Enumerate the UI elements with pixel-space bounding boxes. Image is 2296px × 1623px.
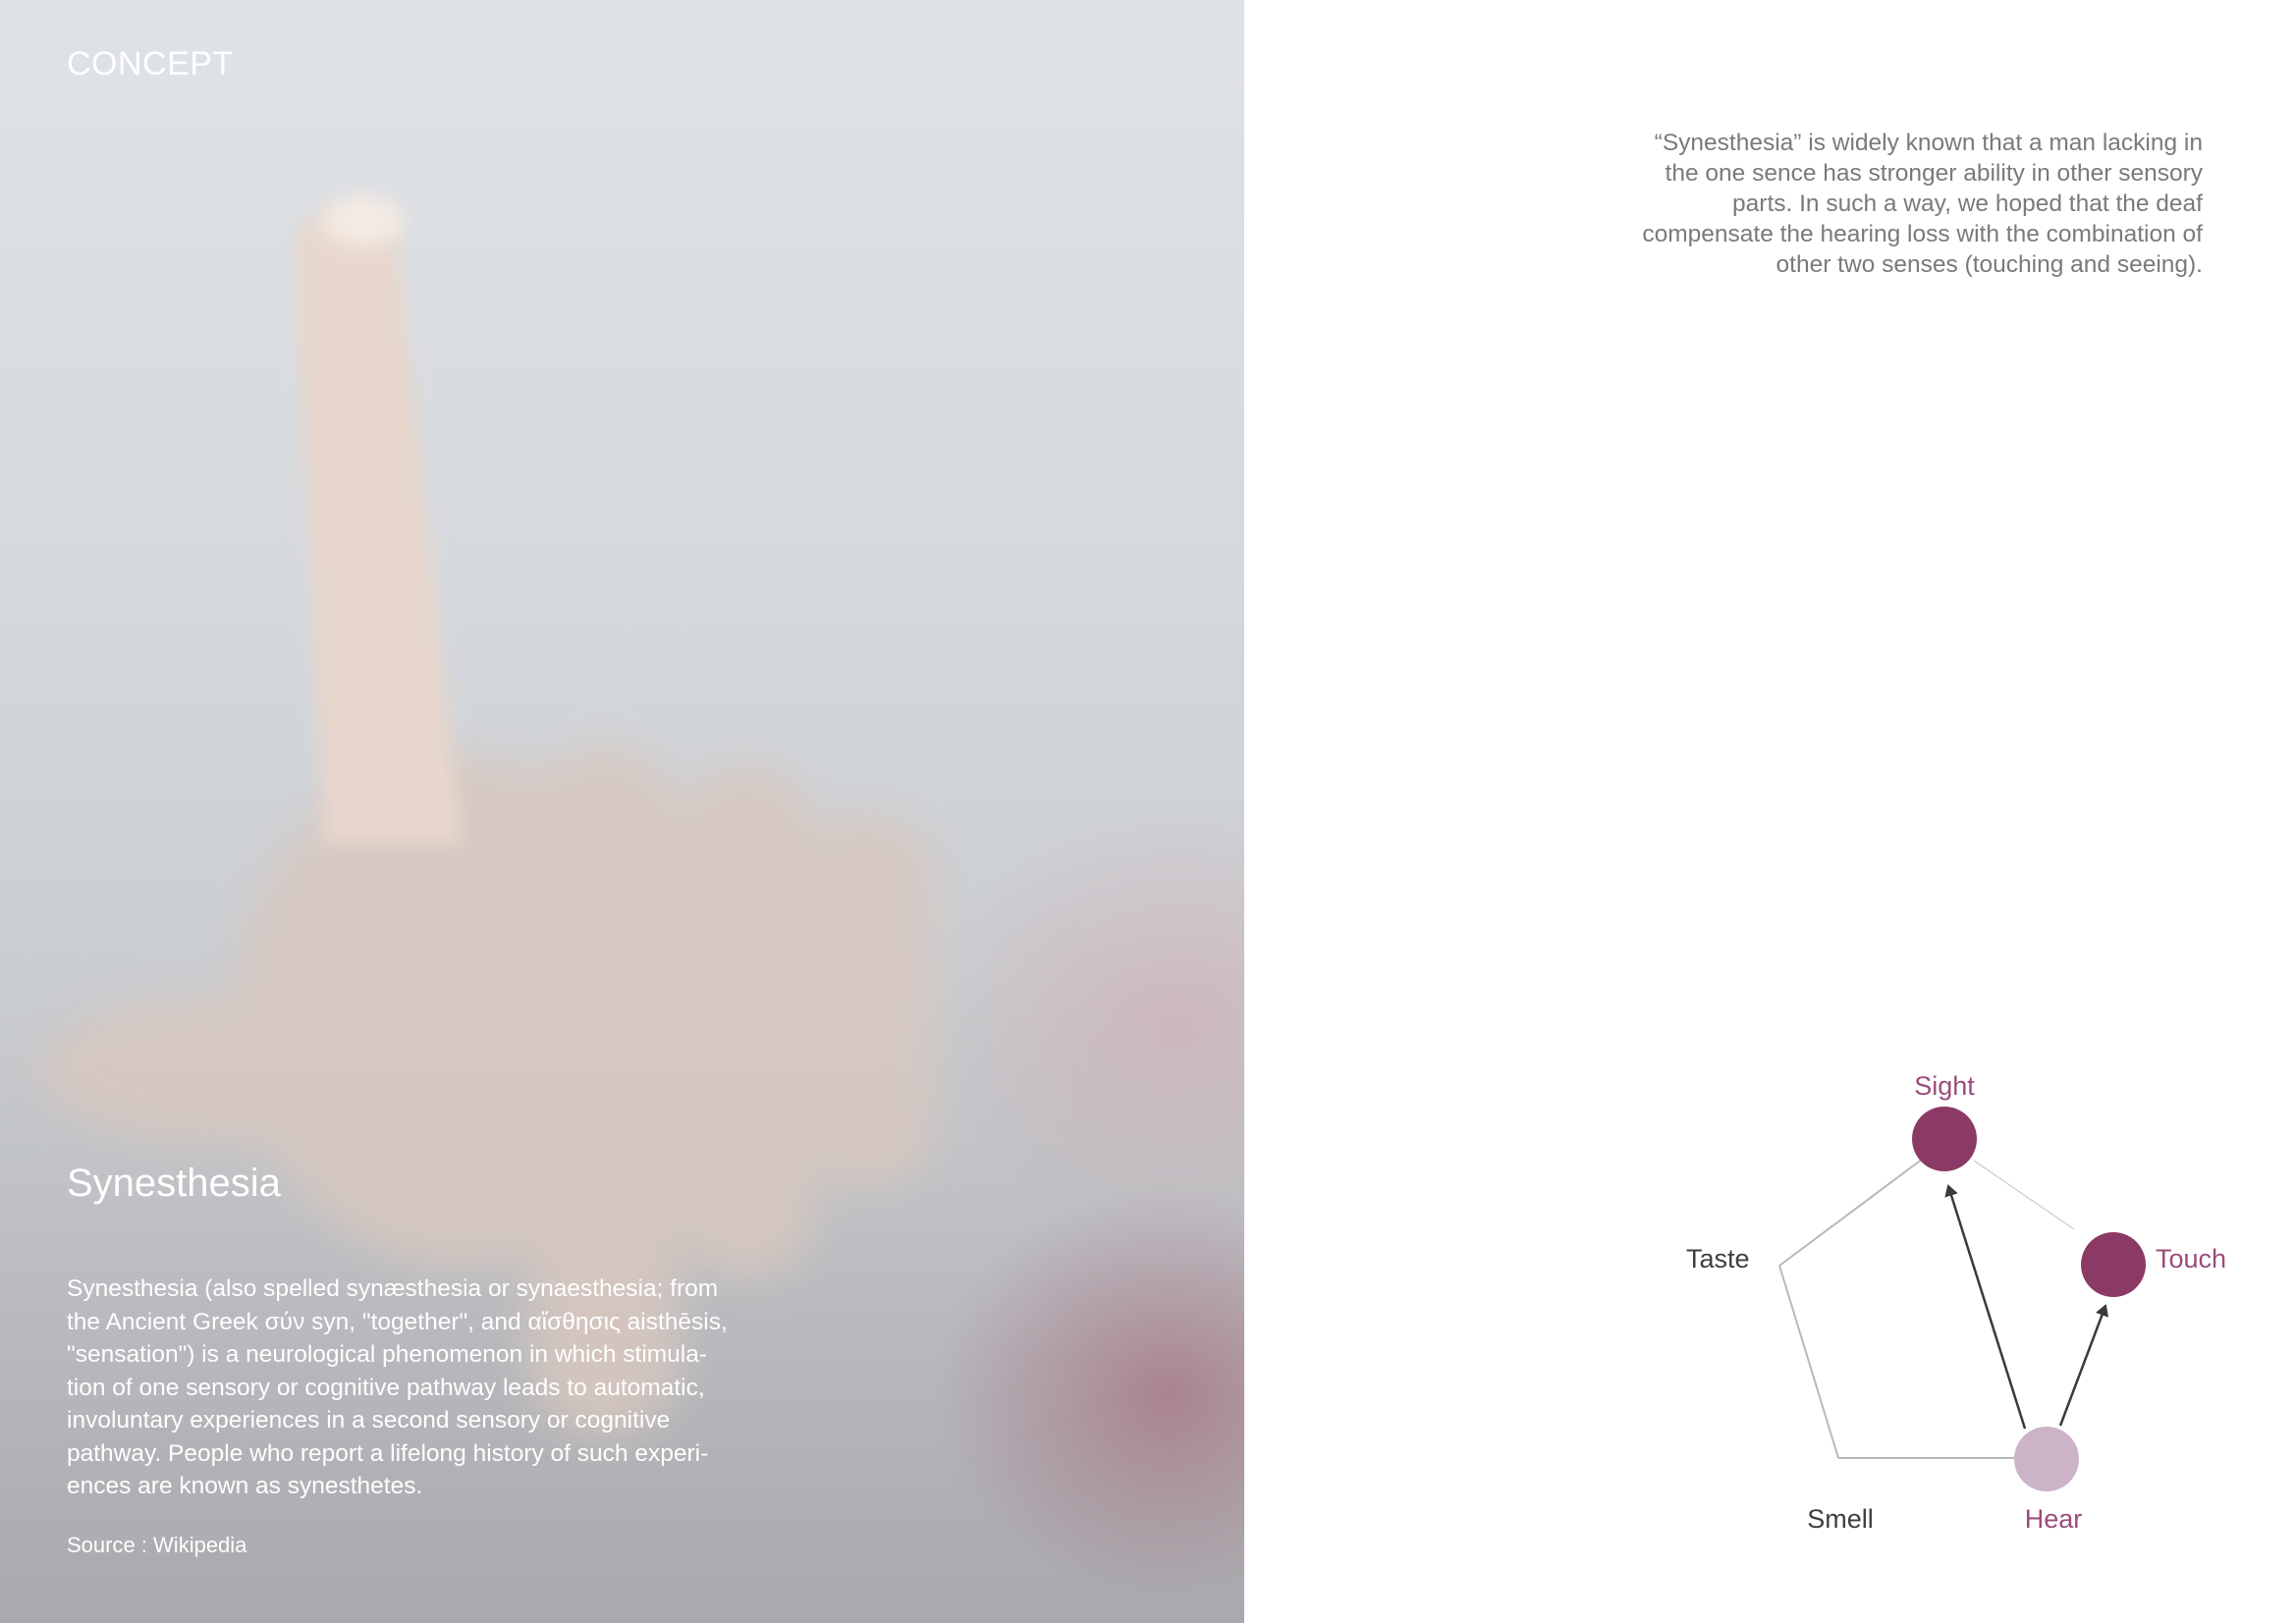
- senses-diagram: Sight Touch Taste Smell Hear: [1686, 1071, 2226, 1534]
- pentagon-edges: [1778, 1158, 2075, 1459]
- taste-label: Taste: [1686, 1244, 1750, 1273]
- touch-node: [2081, 1232, 2146, 1297]
- touch-label: Touch: [2156, 1244, 2226, 1273]
- influence-arrows: [1944, 1184, 2109, 1430]
- arrow-hear-to-sight: [1944, 1184, 2027, 1430]
- hear-node: [2014, 1427, 2079, 1491]
- smell-label: Smell: [1807, 1504, 1874, 1534]
- edge-sight-touch: [1973, 1160, 2075, 1230]
- edge-taste-smell: [1778, 1265, 1839, 1459]
- arrow-hear-to-touch: [2058, 1304, 2109, 1427]
- sight-node: [1912, 1107, 1977, 1171]
- sight-label: Sight: [1914, 1071, 1975, 1101]
- hear-label: Hear: [2025, 1504, 2083, 1534]
- edge-sight-taste: [1778, 1158, 1924, 1267]
